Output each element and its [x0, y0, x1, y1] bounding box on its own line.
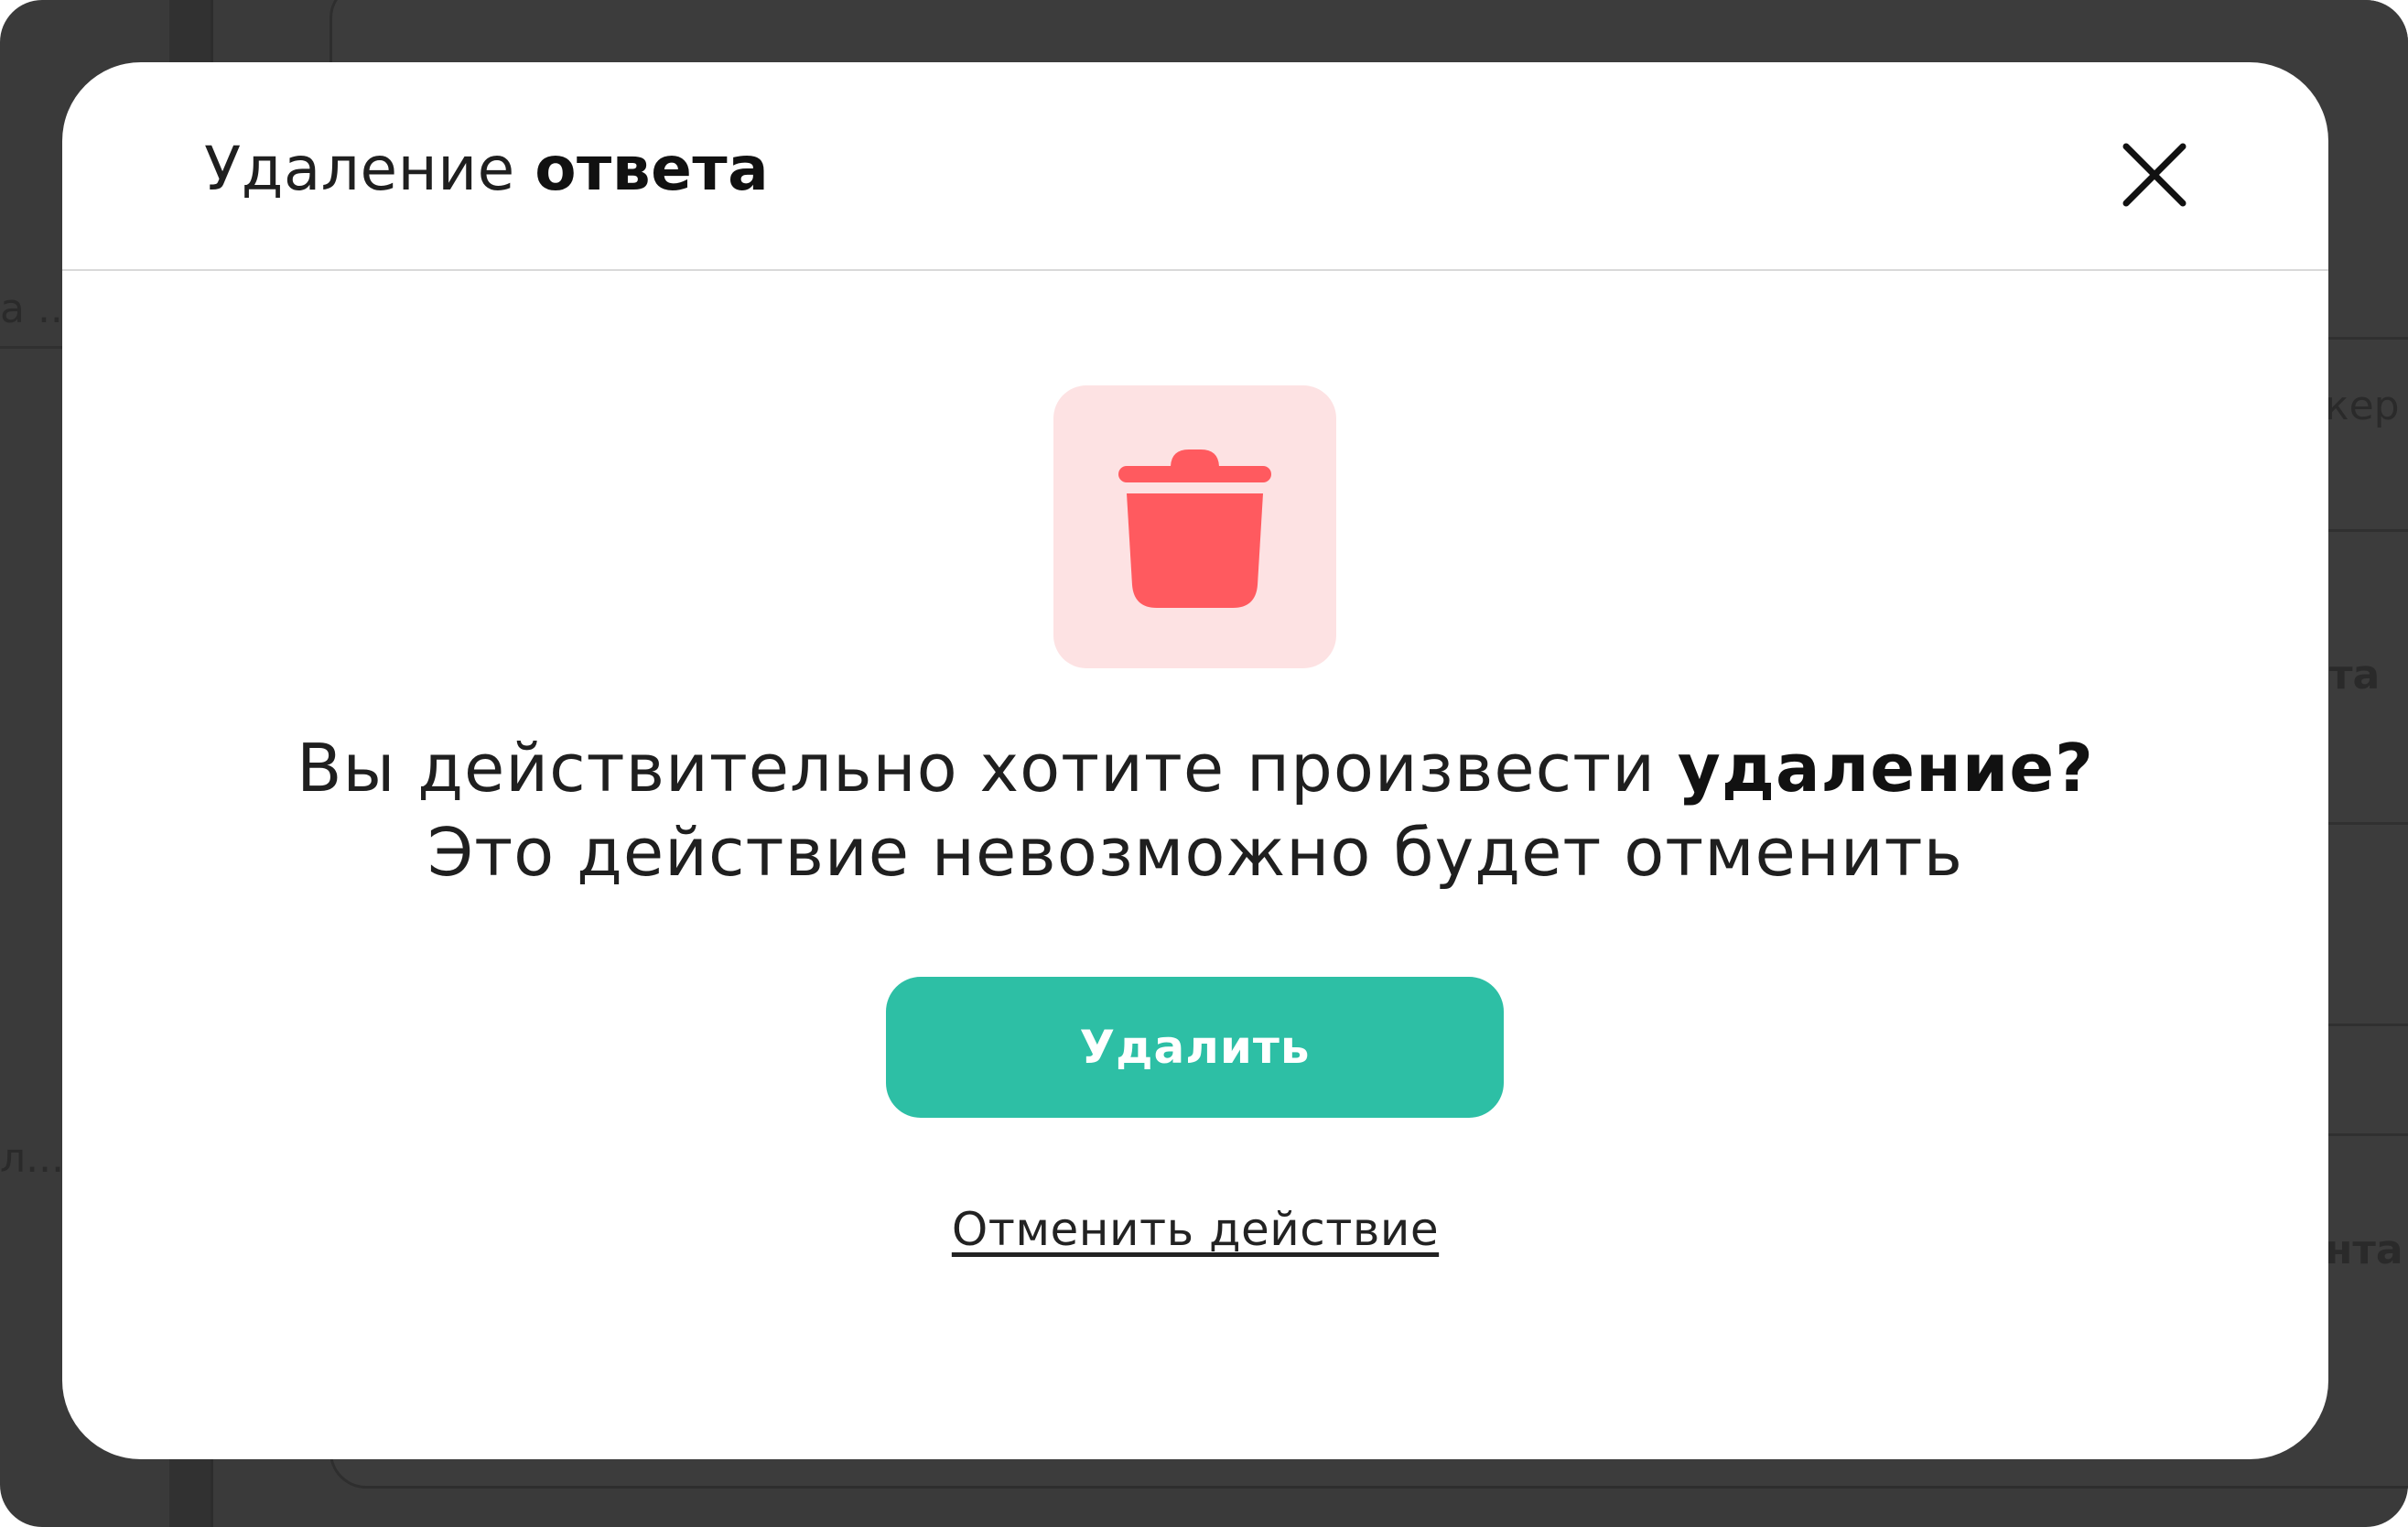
background-divider	[2325, 822, 2408, 825]
close-icon	[2122, 143, 2187, 207]
message-line-1-bold: удаление?	[1677, 730, 2094, 807]
background-text: та	[2329, 652, 2381, 699]
background-text: кер	[2325, 383, 2400, 429]
confirmation-message: Вы действительно хотите произвести удале…	[62, 726, 2328, 894]
background-divider	[2325, 1133, 2408, 1136]
background-divider	[2325, 1023, 2408, 1026]
background-divider	[2325, 529, 2408, 532]
message-line-1-regular: Вы действительно хотите произвести	[297, 730, 1678, 807]
delete-button[interactable]: Удалить	[886, 977, 1504, 1118]
cancel-action-link: Отменить действие	[62, 1203, 2328, 1256]
dialog-header: Удаление ответа	[62, 62, 2328, 271]
cancel-action-link-text[interactable]: Отменить действие	[952, 1203, 1439, 1256]
message-line-2: Это действие невозможно будет отменить	[427, 814, 1964, 891]
message-line-1: Вы действительно хотите произвести удале…	[62, 726, 2328, 810]
background-text: л...	[0, 1135, 65, 1182]
delete-answer-dialog: Удаление ответа Вы действительно хотите …	[62, 62, 2328, 1459]
trash-icon	[1118, 449, 1271, 608]
dialog-title-regular: Удаление	[204, 134, 535, 204]
close-button[interactable]	[2121, 141, 2188, 209]
background-divider	[0, 346, 64, 349]
background-text: нта	[2325, 1227, 2403, 1273]
background-divider	[2325, 337, 2408, 340]
dialog-title: Удаление ответа	[204, 134, 769, 204]
trash-icon-container	[1053, 385, 1336, 668]
dialog-title-bold: ответа	[535, 134, 770, 204]
